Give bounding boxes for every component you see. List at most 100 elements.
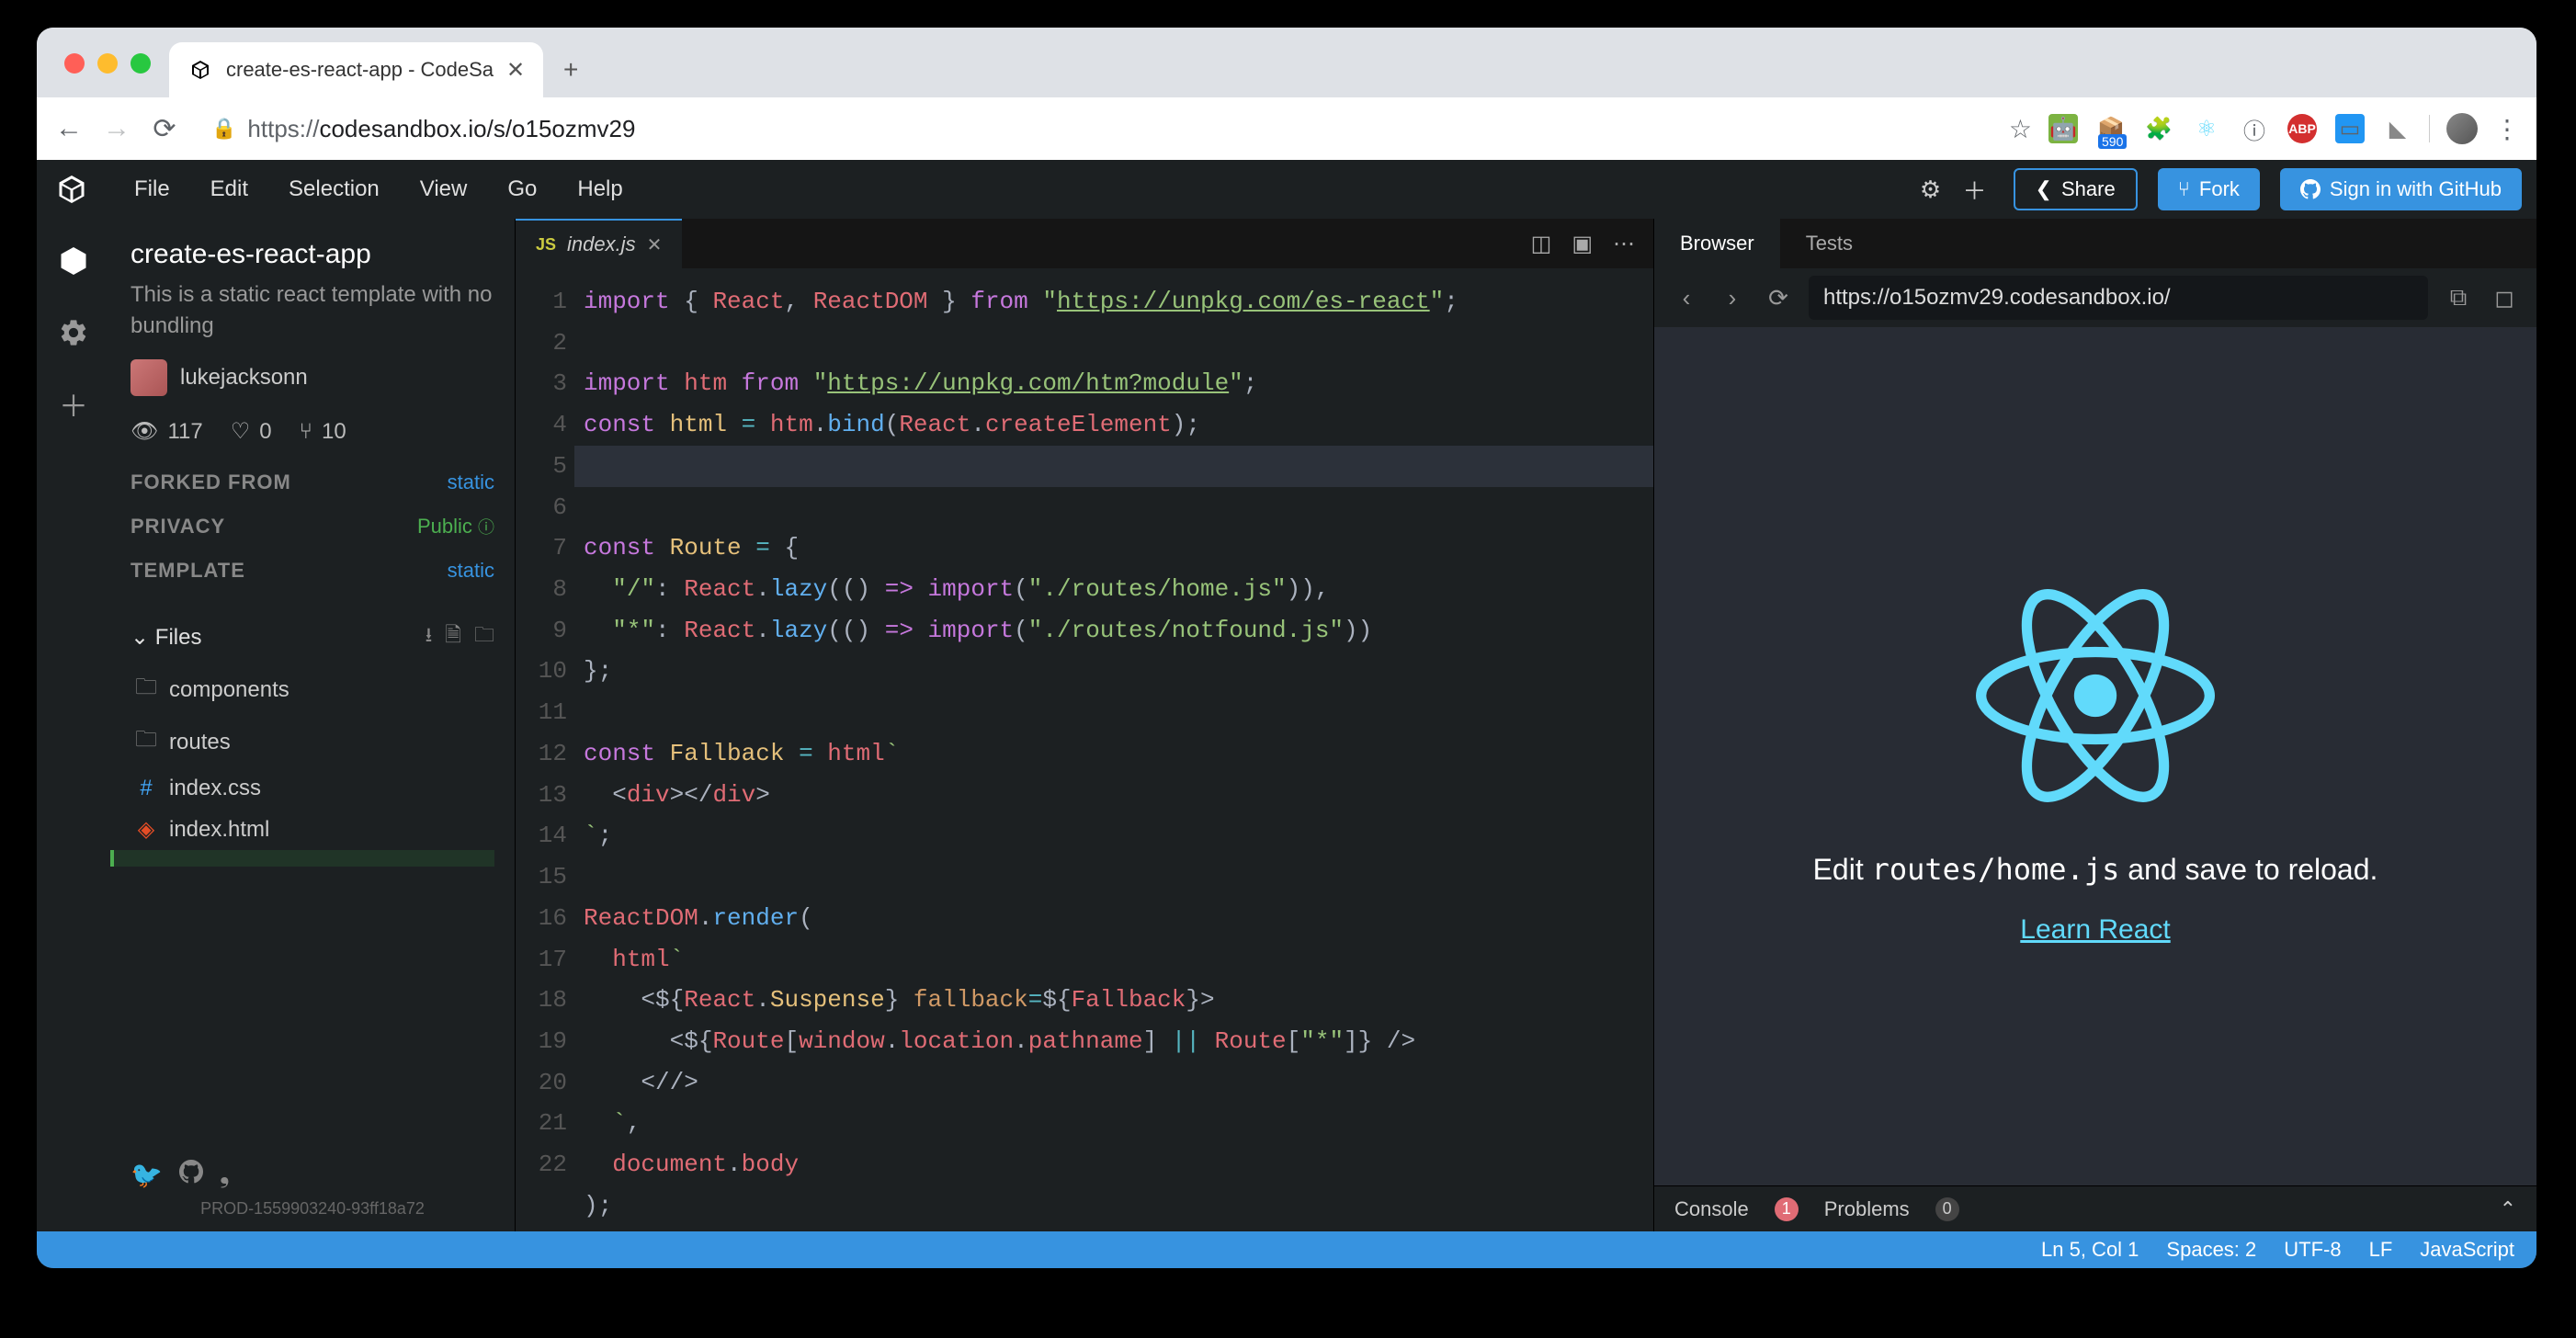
react-logo-icon	[1967, 567, 2224, 824]
fork-count-icon: ⑂	[300, 419, 312, 445]
profile-avatar[interactable]	[2446, 113, 2478, 144]
likes-stat[interactable]: ♡0	[231, 418, 272, 445]
close-tab-icon[interactable]: ✕	[506, 57, 525, 84]
menu-selection[interactable]: Selection	[272, 176, 396, 202]
code-editor[interactable]: 12345678910111213141516171819202122 impo…	[516, 268, 1653, 1231]
indentation-status[interactable]: Spaces: 2	[2166, 1238, 2256, 1262]
react-devtools-icon[interactable]: ⚛	[2192, 114, 2221, 143]
project-info-icon[interactable]	[53, 241, 94, 281]
status-bar: Ln 5, Col 1 Spaces: 2 UTF-8 LF JavaScrip…	[37, 1231, 2536, 1268]
forward-button[interactable]: →	[101, 113, 132, 144]
signin-github-button[interactable]: Sign in with GitHub	[2280, 168, 2522, 210]
extension-icon[interactable]: ▭	[2335, 114, 2365, 143]
adblock-icon[interactable]: ABP	[2287, 114, 2317, 143]
extension-icon[interactable]: 🤖	[2048, 114, 2078, 143]
file-tree-file[interactable]: ◈index.html	[131, 809, 494, 850]
menu-go[interactable]: Go	[491, 176, 553, 202]
problems-label[interactable]: Problems	[1824, 1197, 1910, 1221]
preview-tab-bar: Browser Tests	[1654, 219, 2536, 268]
eye-icon: 👁	[131, 418, 158, 445]
language-mode[interactable]: JavaScript	[2420, 1238, 2514, 1262]
files-section-header[interactable]: ⌄ Files ⭳ 🗎 🗀	[131, 619, 494, 654]
minimize-window-icon[interactable]	[97, 53, 118, 74]
add-dependency-icon[interactable]: ＋	[53, 384, 94, 425]
toggle-preview-icon[interactable]: ◻	[2489, 284, 2520, 312]
bookmark-star-icon[interactable]: ☆	[2009, 114, 2032, 144]
folder-icon: 🗀	[134, 723, 158, 761]
extension-icon[interactable]: ⓘ	[2240, 114, 2269, 143]
encoding-status[interactable]: UTF-8	[2284, 1238, 2341, 1262]
menu-file[interactable]: File	[118, 176, 187, 202]
preview-url[interactable]: https://o15ozmv29.codesandbox.io/	[1809, 276, 2428, 320]
eol-status[interactable]: LF	[2369, 1238, 2393, 1262]
spectrum-icon[interactable]: ❟	[220, 1160, 230, 1190]
more-actions-icon[interactable]: ⋯	[1613, 231, 1635, 257]
twitter-icon[interactable]: 🐦	[131, 1160, 163, 1190]
sidebar: create-es-react-app This is a static rea…	[110, 219, 515, 1231]
project-title: create-es-react-app	[131, 239, 494, 270]
new-file-icon[interactable]: 🗎	[445, 619, 461, 654]
tab-title: create-es-react-app - CodeSa	[226, 58, 494, 82]
console-bar[interactable]: Console 1 Problems 0 ⌃	[1654, 1185, 2536, 1231]
template-value[interactable]: static	[448, 559, 494, 583]
browser-preview-tab[interactable]: Browser	[1654, 219, 1780, 268]
signin-label: Sign in with GitHub	[2330, 177, 2502, 201]
open-new-window-icon[interactable]: ⧉	[2443, 283, 2474, 312]
forked-from-label: FORKED FROM	[131, 471, 291, 494]
code-content[interactable]: import { React, ReactDOM } from "https:/…	[584, 268, 1653, 1231]
close-window-icon[interactable]	[64, 53, 85, 74]
github-social-icon[interactable]	[179, 1160, 203, 1190]
extension-icons: 🤖 📦590 🧩 ⚛ ⓘ ABP ▭ ◣	[2048, 114, 2412, 143]
chevron-down-icon: ⌄	[131, 625, 149, 650]
extension-icon[interactable]: ◣	[2383, 114, 2412, 143]
menu-help[interactable]: Help	[561, 176, 639, 202]
file-tree-file[interactable]	[110, 850, 494, 867]
css-file-icon: #	[134, 776, 158, 801]
browser-tab-strip: create-es-react-app - CodeSa ✕ +	[37, 28, 2536, 97]
author-row[interactable]: lukejacksonn	[131, 359, 494, 396]
project-stats: 👁117 ♡0 ⑂10	[131, 418, 494, 445]
file-name: components	[169, 677, 289, 703]
reload-button[interactable]: ⟳	[149, 113, 180, 144]
new-folder-icon[interactable]: 🗀	[474, 619, 494, 654]
share-button[interactable]: ❮ Share	[2014, 168, 2138, 210]
learn-react-link[interactable]: Learn React	[2020, 914, 2170, 946]
preview-forward-icon[interactable]: ›	[1717, 284, 1748, 312]
cursor-position[interactable]: Ln 5, Col 1	[2041, 1238, 2139, 1262]
help-icon[interactable]: ⓘ	[478, 518, 494, 537]
browser-tab[interactable]: create-es-react-app - CodeSa ✕	[169, 42, 543, 97]
author-username: lukejacksonn	[180, 365, 308, 391]
expand-console-icon[interactable]: ⌃	[2500, 1197, 2516, 1221]
file-tree-folder[interactable]: 🗀components	[131, 663, 494, 716]
console-label[interactable]: Console	[1674, 1197, 1749, 1221]
split-editor-icon[interactable]: ◫	[1531, 231, 1552, 257]
extension-icon[interactable]: 📦590	[2096, 114, 2126, 143]
maximize-window-icon[interactable]	[131, 53, 151, 74]
codesandbox-logo-icon[interactable]	[51, 169, 92, 210]
file-tree-folder[interactable]: 🗀routes	[131, 716, 494, 768]
layout-icon[interactable]: ▣	[1572, 231, 1593, 257]
download-icon[interactable]: ⭳	[426, 619, 433, 654]
settings-gear-icon[interactable]: ⚙	[1912, 171, 1949, 208]
address-bar[interactable]: 🔒 https://codesandbox.io/s/o15ozmv29	[197, 115, 1992, 143]
menu-view[interactable]: View	[403, 176, 484, 202]
forked-from-value[interactable]: static	[448, 471, 494, 494]
configuration-icon[interactable]	[53, 312, 94, 353]
browser-menu-icon[interactable]: ⋮	[2494, 114, 2520, 144]
back-button[interactable]: ←	[53, 113, 85, 144]
menu-edit[interactable]: Edit	[194, 176, 265, 202]
editor-tab[interactable]: JS index.js ✕	[516, 219, 682, 268]
views-stat: 👁117	[131, 418, 203, 445]
preview-reload-icon[interactable]: ⟳	[1763, 284, 1794, 312]
preview-instruction-text: Edit routes/home.js and save to reload.	[1813, 852, 2378, 887]
preview-back-icon[interactable]: ‹	[1671, 284, 1702, 312]
fork-button[interactable]: ⑂ Fork	[2158, 168, 2260, 210]
file-tree-file[interactable]: #index.css	[131, 768, 494, 809]
tests-tab[interactable]: Tests	[1780, 219, 1878, 268]
close-editor-tab-icon[interactable]: ✕	[647, 233, 663, 256]
extension-icon[interactable]: 🧩	[2144, 114, 2173, 143]
add-plus-icon[interactable]: ＋	[1957, 171, 1993, 208]
file-name: index.html	[169, 817, 269, 843]
preview-toolbar: ‹ › ⟳ https://o15ozmv29.codesandbox.io/ …	[1654, 268, 2536, 327]
new-tab-button[interactable]: +	[550, 50, 591, 90]
